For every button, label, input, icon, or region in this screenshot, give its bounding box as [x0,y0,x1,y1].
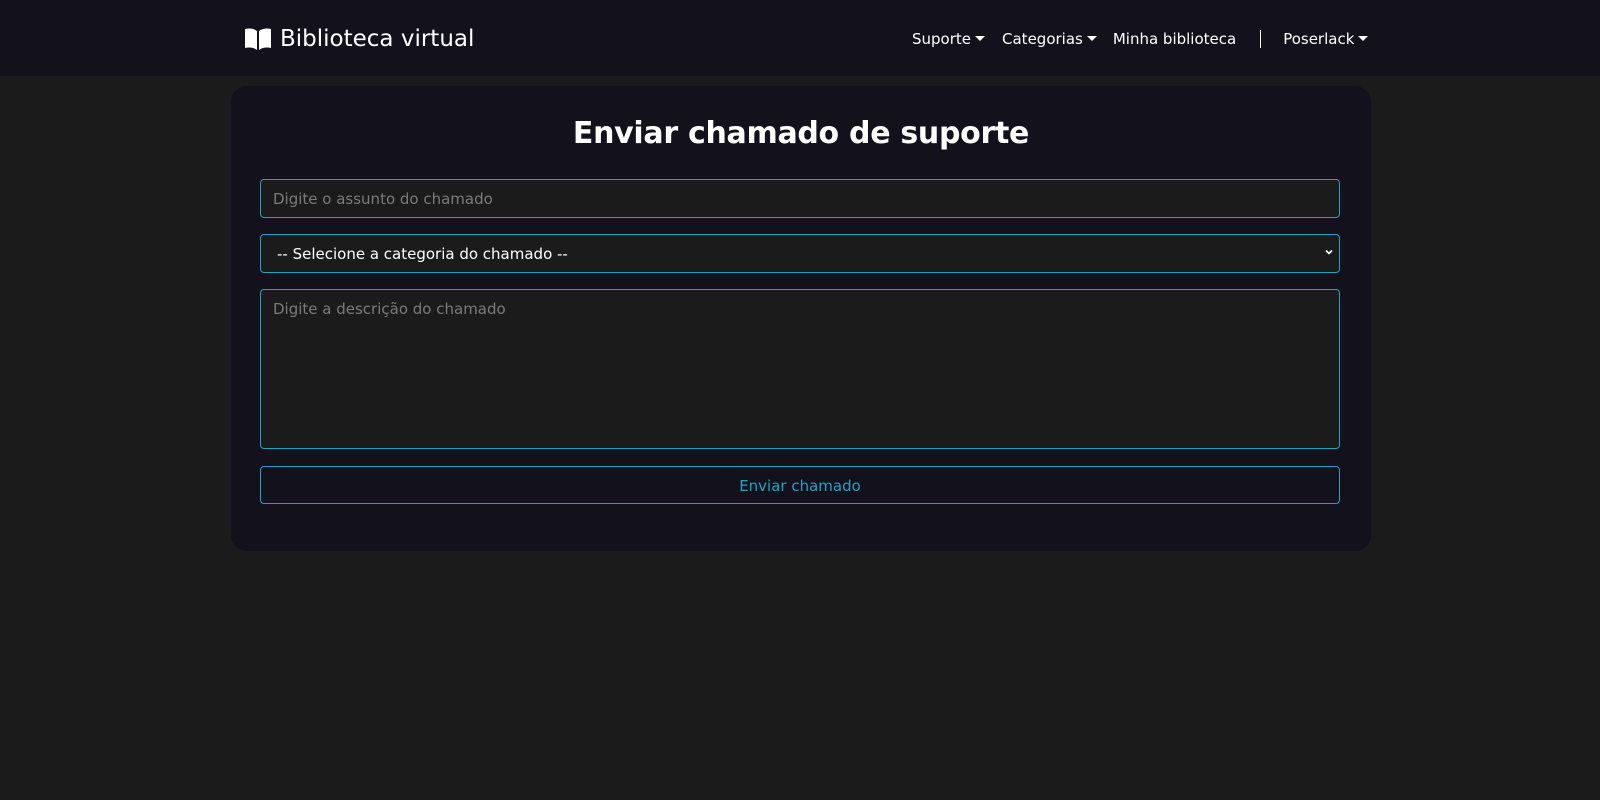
caret-down-icon [1086,35,1097,41]
support-ticket-card: Enviar chamado de suporte -- Selecione a… [231,86,1371,551]
category-select[interactable]: -- Selecione a categoria do chamado -- [260,234,1340,273]
nav-categorias-dropdown[interactable]: Categorias [1002,30,1097,48]
category-selected-value: -- Selecione a categoria do chamado -- [277,244,568,263]
nav-categorias-label: Categorias [1002,30,1083,48]
brand-link[interactable]: Biblioteca virtual [244,22,474,56]
user-menu-dropdown[interactable]: Poserlack [1283,30,1369,48]
subject-input[interactable] [260,179,1340,218]
nav-suporte-dropdown[interactable]: Suporte [912,30,986,48]
description-textarea[interactable] [260,289,1340,449]
open-book-icon [245,28,271,50]
user-name: Poserlack [1283,30,1355,48]
nav-divider [1260,30,1262,48]
submit-ticket-button[interactable]: Enviar chamado [260,466,1340,504]
top-navbar: Biblioteca virtual Suporte Categorias Mi… [0,0,1600,76]
nav-suporte-label: Suporte [912,30,972,48]
nav-minha-biblioteca-label: Minha biblioteca [1112,30,1237,48]
caret-down-icon [1358,35,1369,41]
chevron-down-icon [1325,249,1333,255]
caret-down-icon [975,35,986,41]
page-title: Enviar chamado de suporte [572,116,1030,151]
main-nav: Suporte Categorias Minha biblioteca Pose… [912,26,1369,52]
brand-title: Biblioteca virtual [280,26,475,52]
nav-minha-biblioteca-link[interactable]: Minha biblioteca [1113,30,1236,48]
